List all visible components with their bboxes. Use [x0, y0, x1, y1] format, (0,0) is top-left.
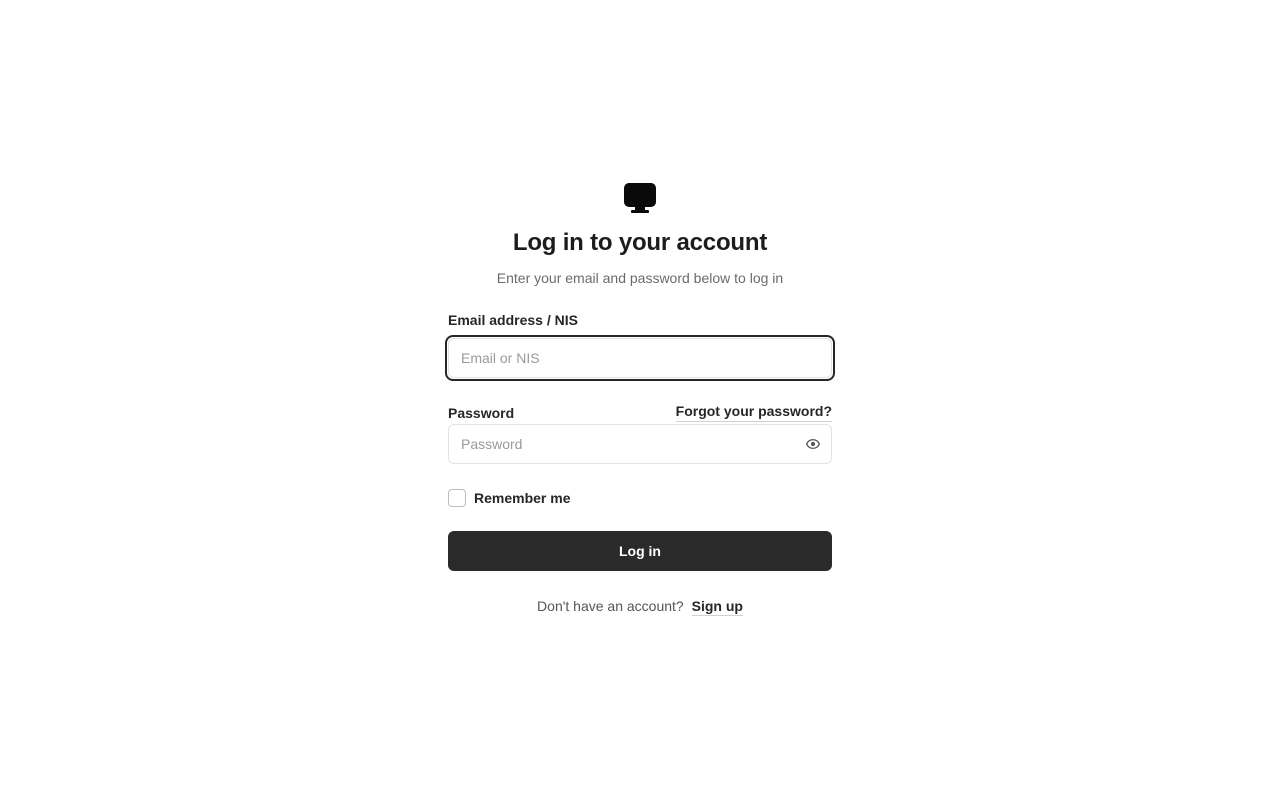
- signup-link[interactable]: Sign up: [691, 598, 743, 616]
- page-title: Log in to your account: [512, 229, 768, 256]
- email-field-wrapper: [445, 335, 835, 381]
- remember-me-row: Remember me: [448, 488, 832, 508]
- password-field[interactable]: [448, 424, 832, 464]
- email-label: Email address / NIS: [448, 312, 578, 328]
- login-button[interactable]: Log in: [448, 531, 832, 571]
- page-subtitle: Enter your email and password below to l…: [496, 270, 784, 286]
- forgot-password-link[interactable]: Forgot your password?: [675, 402, 832, 422]
- login-page: Log in to your account Enter your email …: [0, 0, 1280, 800]
- remember-me-label: Remember me: [474, 490, 571, 506]
- email-field[interactable]: [448, 338, 832, 378]
- signup-row: Don't have an account? Sign up: [448, 596, 832, 616]
- monitor-icon: [624, 183, 656, 213]
- signup-prompt: Don't have an account?: [537, 598, 684, 614]
- remember-me-checkbox[interactable]: [448, 489, 466, 507]
- password-label: Password: [448, 405, 515, 421]
- eye-icon[interactable]: [806, 437, 820, 451]
- password-field-wrapper: [448, 424, 832, 464]
- login-card: Log in to your account Enter your email …: [445, 183, 835, 616]
